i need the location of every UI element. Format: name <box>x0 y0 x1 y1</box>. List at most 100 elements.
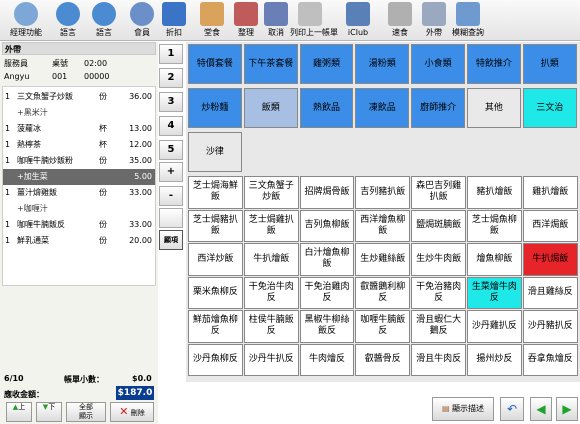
menu-item-3-4[interactable]: 干免治豬肉反 <box>411 276 466 309</box>
menu-item-4-1[interactable]: 柱侯牛腩飯反 <box>243 310 299 343</box>
menu-item-1-6[interactable]: 西洋焗飯 <box>522 209 578 242</box>
order-list[interactable]: 1 三文魚蟹子炒飯份 36.00 +黑米汁 1 菠蘿冰杯 13.00 1 熱檸茶杯 12.00 1 咖… <box>2 86 156 286</box>
numpad-key-7[interactable] <box>159 208 183 228</box>
order-row[interactable]: 1 菠蘿冰 杯 13.00 <box>3 121 155 137</box>
menu-item-1-5[interactable]: 芝士焗魚柳飯 <box>467 209 522 242</box>
bottom-bar: ▤ 顯示描述 ↶ ◀ ▶ <box>186 394 580 424</box>
menu-item-0-3[interactable]: 吉列豬扒飯 <box>355 176 411 209</box>
category-1-3[interactable]: 凍飲品 <box>355 88 410 128</box>
menu-item-5-2[interactable]: 牛肉燴反 <box>299 343 355 376</box>
order-price: 36.00 <box>129 92 152 101</box>
undo-button[interactable]: ↶ <box>500 397 524 421</box>
menu-item-0-2[interactable]: 招牌焗骨飯 <box>299 176 355 209</box>
order-row[interactable]: 1 咖喱牛腩炒飯粉 份 35.00 <box>3 153 155 169</box>
category-1-5[interactable]: 其他 <box>467 88 521 128</box>
display-description-button[interactable]: ▤ 顯示描述 <box>432 397 494 421</box>
move-down-button[interactable]: ▼下 <box>36 402 62 422</box>
category-0-3[interactable]: 湯粉類 <box>355 44 410 84</box>
menu-item-3-0[interactable]: 栗米魚柳反 <box>188 276 243 309</box>
menu-item-2-0[interactable]: 西洋炒飯 <box>188 243 243 276</box>
numpad-key-0[interactable]: 1 <box>159 44 183 64</box>
menu-item-4-3[interactable]: 咖喱牛腩飯反 <box>355 310 411 343</box>
menu-item-5-0[interactable]: 沙丹魚柳反 <box>188 343 243 376</box>
order-header: 服務員 桌號 02:00 Angyu 001 00000 <box>2 57 156 85</box>
fastfood-icon <box>388 2 412 26</box>
order-row[interactable]: 1 熱檸茶 杯 12.00 <box>3 137 155 153</box>
order-price: 33.00 <box>129 220 152 229</box>
toolbar-button-0[interactable]: 經理功能 <box>6 1 46 40</box>
menu-item-1-3[interactable]: 西洋燴魚柳飯 <box>355 209 411 242</box>
numpad-key-1[interactable]: 2 <box>159 68 183 88</box>
delete-button[interactable]: ✕ 刪除 <box>110 402 154 422</box>
toolbar-button-8[interactable]: 列印上一帳單 <box>290 1 338 40</box>
menu-item-4-5[interactable]: 沙丹雞扒反 <box>467 310 522 343</box>
order-row[interactable]: +加生菜 5.00 <box>3 169 155 185</box>
move-up-button[interactable]: ▲上 <box>6 402 32 422</box>
menu-item-4-4[interactable]: 滑且蝦仁大鵝反 <box>411 310 466 343</box>
menu-item-0-1[interactable]: 三文魚蟹子炒飯 <box>243 176 299 209</box>
category-1-1[interactable]: 飯類 <box>243 88 298 128</box>
order-price: 35.00 <box>129 156 152 165</box>
menu-item-2-6[interactable]: 牛扒焗飯 <box>522 243 578 276</box>
order-row[interactable]: +咖喱汁 <box>3 201 155 217</box>
menu-item-0-4[interactable]: 森巴吉列雞扒飯 <box>411 176 466 209</box>
menu-item-5-6[interactable]: 吞拿魚燴反 <box>522 343 578 376</box>
menu-item-2-3[interactable]: 生炒雞絲飯 <box>355 243 411 276</box>
menu-item-2-1[interactable]: 牛扒燴飯 <box>243 243 299 276</box>
category-0-6[interactable]: 扒類 <box>522 44 577 84</box>
toolbar-button-1[interactable]: 語言 <box>48 1 88 40</box>
category-1-6[interactable]: 三文治 <box>522 88 577 128</box>
menu-item-5-3[interactable]: 叡醬骨反 <box>355 343 411 376</box>
menu-item-0-6[interactable]: 雞扒燴飯 <box>522 176 578 209</box>
order-name: 熱檸茶 <box>17 140 41 149</box>
category-0-5[interactable]: 特飲推介 <box>467 44 521 84</box>
menu-item-0-5[interactable]: 豬扒燴飯 <box>467 176 522 209</box>
menu-item-5-1[interactable]: 沙丹牛扒反 <box>243 343 299 376</box>
menu-item-1-4[interactable]: 鹽焗斑腩飯 <box>411 209 466 242</box>
toolbar-button-9[interactable]: iClub <box>338 1 378 40</box>
numpad-key-3[interactable]: 4 <box>159 116 183 136</box>
category-0-1[interactable]: 下午茶套餐 <box>243 44 298 84</box>
toolbar-button-2[interactable]: 語言 <box>84 1 124 40</box>
menu-item-2-5[interactable]: 燴魚柳飯 <box>467 243 522 276</box>
menu-item-3-5[interactable]: 生菜燴牛肉反 <box>467 276 522 309</box>
prev-page-button[interactable]: ◀ <box>530 397 552 421</box>
menu-item-3-6[interactable]: 滑且雞絲反 <box>522 276 578 309</box>
category-0-2[interactable]: 雞粥類 <box>299 44 354 84</box>
show-all-button[interactable]: 全部 顯示 <box>66 402 106 422</box>
menu-item-3-2[interactable]: 干免治雞肉反 <box>299 276 355 309</box>
menu-item-4-6[interactable]: 沙丹豬扒反 <box>522 310 578 343</box>
numpad-key-6[interactable]: - <box>159 186 183 206</box>
menu-item-1-2[interactable]: 吉列魚柳飯 <box>299 209 355 242</box>
menu-item-3-3[interactable]: 叡醬鵝利柳反 <box>355 276 411 309</box>
order-row[interactable]: +黑米汁 <box>3 105 155 121</box>
numpad-key-5[interactable]: + <box>159 162 183 182</box>
numpad-key-4[interactable]: 5 <box>159 140 183 160</box>
order-row[interactable]: 1 薑汁燴雞飯 份 33.00 <box>3 185 155 201</box>
order-row[interactable]: 1 鮮乳通菜 份 20.00 <box>3 233 155 249</box>
toolbar-button-12[interactable]: 模糊查詢 <box>448 1 488 40</box>
category-1-4[interactable]: 廚師推介 <box>411 88 465 128</box>
category-0-4[interactable]: 小食類 <box>411 44 465 84</box>
menu-item-1-0[interactable]: 芝士焗豬扒飯 <box>188 209 243 242</box>
category-0-0[interactable]: 特價套餐 <box>188 44 242 84</box>
menu-item-2-4[interactable]: 生炒牛肉飯 <box>411 243 466 276</box>
toolbar-button-4[interactable]: 折扣 <box>154 1 194 40</box>
category-1-2[interactable]: 熱飲品 <box>299 88 354 128</box>
menu-item-5-4[interactable]: 滑且牛肉反 <box>411 343 466 376</box>
order-row[interactable]: 1 咖喱牛腩飯反 份 33.00 <box>3 217 155 233</box>
menu-item-4-2[interactable]: 黑椒牛柳絲飯反 <box>299 310 355 343</box>
next-page-button[interactable]: ▶ <box>556 397 578 421</box>
menu-item-0-0[interactable]: 芝士焗海鮮飯 <box>188 176 243 209</box>
menu-item-2-2[interactable]: 白汁燴魚柳飯 <box>299 243 355 276</box>
undo-icon: ↶ <box>506 402 518 416</box>
menu-item-4-0[interactable]: 鮮茄燴魚柳反 <box>188 310 243 343</box>
numpad-key-8[interactable]: 顯項 <box>159 230 183 250</box>
order-row[interactable]: 1 三文魚蟹子炒飯 份 36.00 <box>3 89 155 105</box>
category-2-0[interactable]: 沙律 <box>188 132 242 172</box>
numpad-key-2[interactable]: 3 <box>159 92 183 112</box>
menu-item-5-5[interactable]: 揚州炒反 <box>467 343 522 376</box>
category-1-0[interactable]: 炒粉麵 <box>188 88 242 128</box>
menu-item-1-1[interactable]: 芝士焗雞扒飯 <box>243 209 299 242</box>
menu-item-3-1[interactable]: 干免治牛肉反 <box>243 276 299 309</box>
